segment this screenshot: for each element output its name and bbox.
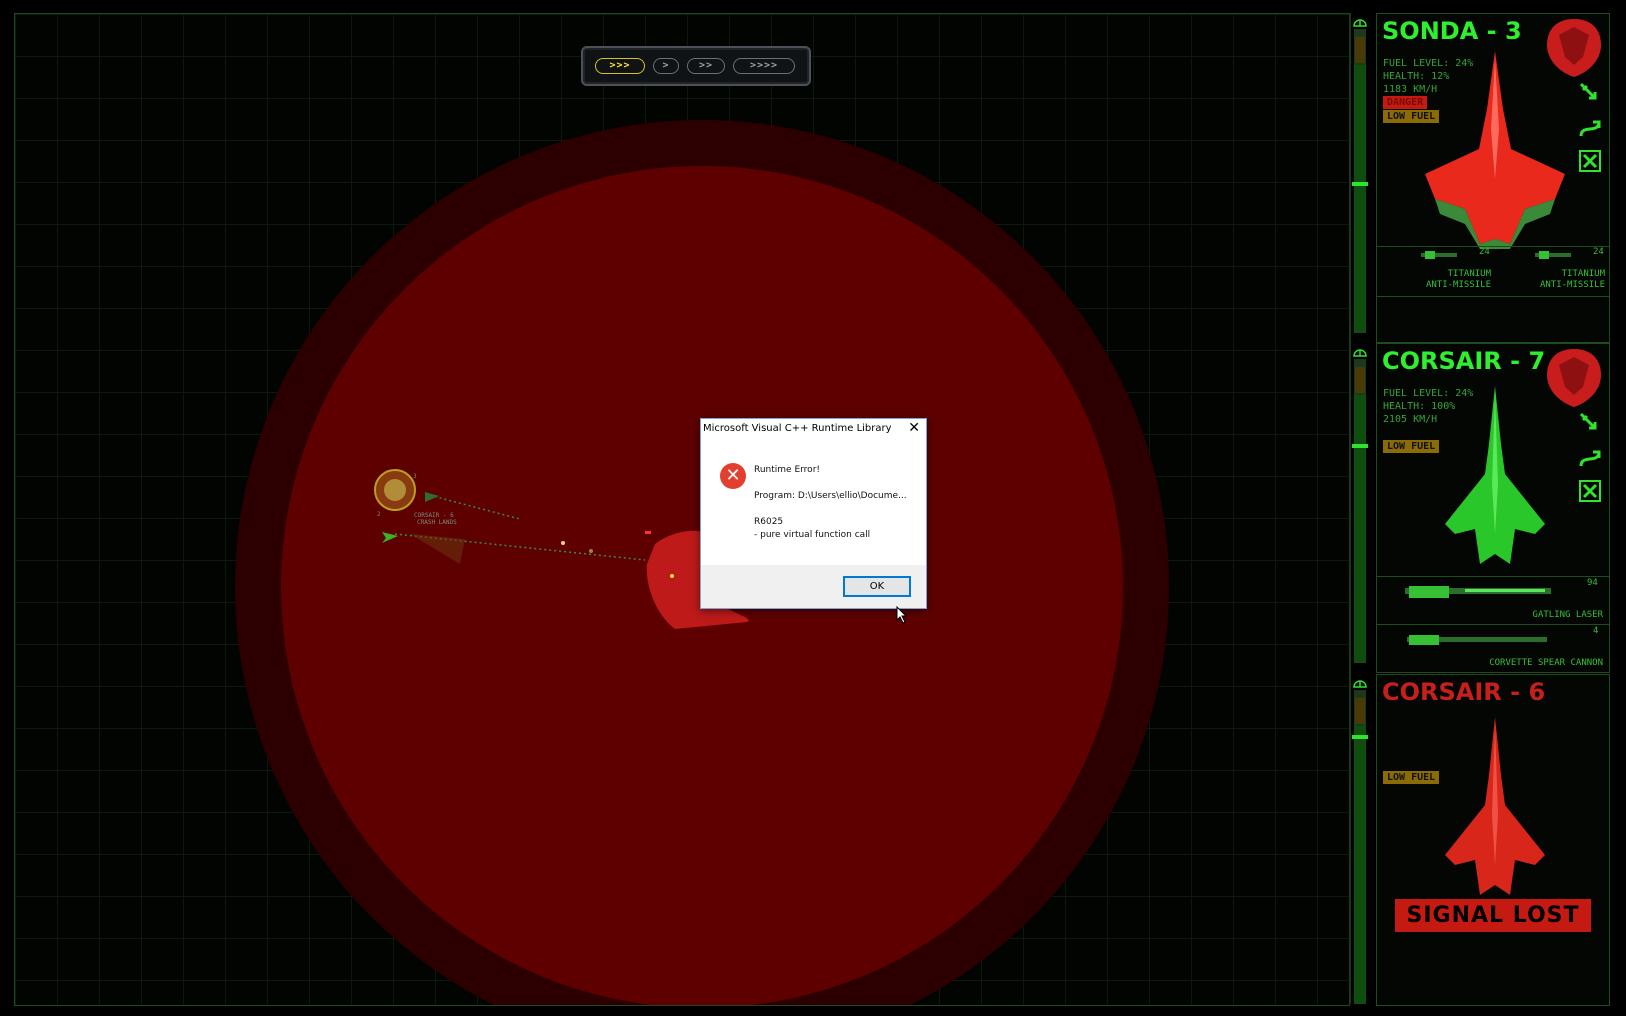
sidebar-divider <box>1349 13 1351 1004</box>
weapon-ammo: 24 <box>1593 247 1604 257</box>
gauge-sonda-3 <box>1352 13 1368 333</box>
weapons-divider <box>1377 624 1609 625</box>
weapon-gatling-laser-icon <box>1405 586 1551 598</box>
gauge-top-icon <box>1353 19 1367 27</box>
gauge-marker[interactable] <box>1352 735 1368 739</box>
enemy-core <box>670 574 674 578</box>
weapon-name-line1: TITANIUM <box>1561 269 1605 279</box>
ship-card-corsair-6[interactable]: CORSAIR - 6 LOW FUEL SIGNAL LOST <box>1376 674 1610 1006</box>
dialog-title: Microsoft Visual C++ Runtime Library <box>703 423 892 434</box>
cancel-order-icon[interactable] <box>1577 148 1603 174</box>
weapon-ammo: 24 <box>1479 247 1490 257</box>
ok-button[interactable]: OK <box>843 576 911 597</box>
map-overlay <box>374 469 749 629</box>
gauge-top-icon <box>1353 680 1367 688</box>
gauge-fill <box>1354 395 1366 663</box>
evade-icon[interactable] <box>1577 116 1603 142</box>
weapon-ammo: 94 <box>1587 578 1598 588</box>
ship-name: CORSAIR - 7 <box>1382 347 1546 375</box>
weapon-name-line2: ANTI-MISSILE <box>1425 280 1491 290</box>
low-fuel-badge: LOW FUEL <box>1383 771 1440 784</box>
gauge-top-icon <box>1353 349 1367 357</box>
signal-lost-banner: SIGNAL LOST <box>1395 899 1591 932</box>
weapons-divider <box>1377 296 1609 297</box>
ship-silhouette-icon <box>1445 717 1545 895</box>
projectile-2 <box>589 549 593 553</box>
weapon-name: CORVETTE SPEAR CANNON <box>1489 658 1603 668</box>
tactical-map[interactable]: >>> > >> >>>> CORSAIR - 6 CRASH LANDS 2 … <box>14 13 1350 1006</box>
ship-name: CORSAIR - 6 <box>1382 678 1546 706</box>
gauge-marker[interactable] <box>1352 444 1368 448</box>
evade-icon[interactable] <box>1577 446 1603 472</box>
low-fuel-badge: LOW FUEL <box>1383 440 1440 453</box>
ship-card-corsair-7[interactable]: CORSAIR - 7 FUEL LEVEL: 24% HEALTH: 100%… <box>1376 343 1610 673</box>
close-icon[interactable]: ✕ <box>908 420 920 436</box>
ship-card-sonda-3[interactable]: SONDA - 3 FUEL LEVEL: 24% HEALTH: 12% 11… <box>1376 13 1610 343</box>
error-icon: ✕ <box>720 463 746 489</box>
gauge-marker[interactable] <box>1352 182 1368 186</box>
weapon-ammo: 4 <box>1593 626 1599 636</box>
runtime-error-dialog: Microsoft Visual C++ Runtime Library ✕ ✕… <box>700 418 927 609</box>
enemy-marker <box>645 531 651 534</box>
cancel-order-icon[interactable] <box>1577 478 1603 504</box>
dialog-message: - pure virtual function call <box>754 530 871 540</box>
weapon-spear-cannon-icon <box>1407 635 1547 645</box>
sensor-cone <box>410 534 465 564</box>
map-marker-3: 3 <box>413 473 417 480</box>
weapon-name-line1: TITANIUM <box>1447 269 1491 279</box>
gauge-corsair-6 <box>1352 674 1368 1004</box>
ship-name: SONDA - 3 <box>1382 17 1522 45</box>
weapon-anti-missile-icon <box>1535 251 1571 259</box>
mouse-cursor-icon <box>896 606 908 624</box>
gauge-corsair-7 <box>1352 343 1368 663</box>
weapons-divider <box>1377 246 1609 247</box>
map-marker-2: 2 <box>377 511 381 518</box>
map-label-event: CRASH LANDS <box>417 519 457 526</box>
dialog-footer: OK <box>701 565 926 608</box>
attack-icon[interactable] <box>1577 410 1603 436</box>
speed-readout: 2105 KM/H <box>1383 414 1438 425</box>
dialog-code: R6025 <box>754 517 784 527</box>
ship-silhouette-icon <box>1425 51 1565 249</box>
dialog-heading: Runtime Error! <box>754 465 820 475</box>
weapon-name: GATLING LASER <box>1532 610 1603 620</box>
ship-silhouette-icon <box>1445 386 1545 564</box>
weapons-divider <box>1377 576 1609 577</box>
gauge-fill <box>1354 65 1366 333</box>
impact-core <box>384 479 406 501</box>
projectile-1 <box>561 541 565 545</box>
dialog-program: Program: D:\Users\ellio\Docume... <box>754 491 907 501</box>
gauge-amber <box>1355 367 1365 393</box>
weapon-name-line2: ANTI-MISSILE <box>1539 280 1605 290</box>
map-label-ship: CORSAIR - 6 <box>414 512 454 519</box>
gauge-amber <box>1355 37 1365 63</box>
ship-icon-corsair-6 <box>425 492 439 502</box>
attack-icon[interactable] <box>1577 80 1603 106</box>
gauge-fill <box>1354 726 1366 1004</box>
weapon-anti-missile-icon <box>1421 251 1457 259</box>
gauge-amber <box>1355 698 1365 724</box>
